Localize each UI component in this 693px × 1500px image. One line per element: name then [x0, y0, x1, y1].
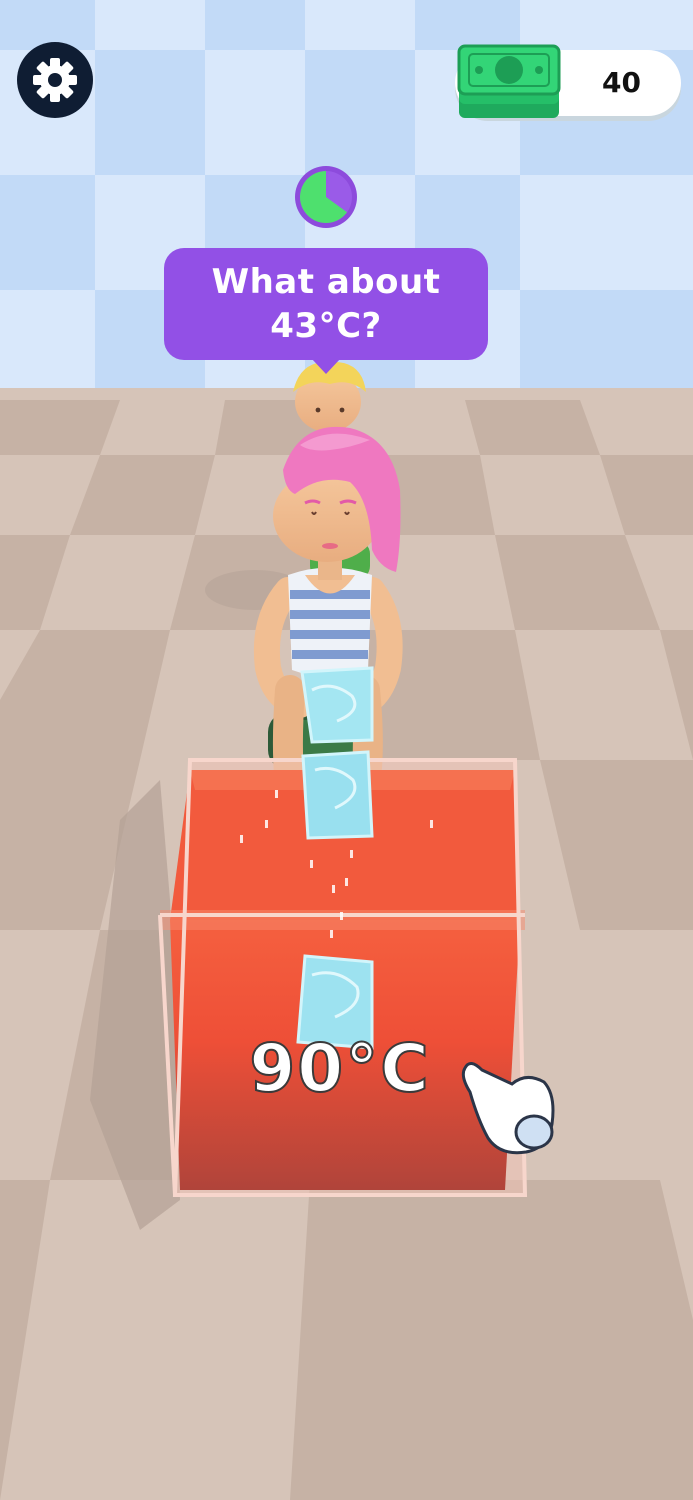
gear-icon [33, 58, 77, 102]
money-stack-icon [457, 44, 561, 118]
ice-cube [300, 666, 374, 744]
temperature-label: 90°C [248, 1029, 431, 1108]
customer-character [253, 426, 403, 815]
cash-amount: 40 [602, 66, 641, 99]
patience-timer [295, 166, 357, 228]
settings-button[interactable] [17, 42, 93, 118]
bubble-tail [311, 358, 341, 374]
request-text: What about 43°C? [211, 262, 441, 346]
ice-cube [301, 750, 374, 840]
customer-request-bubble: What about 43°C? [164, 248, 488, 360]
